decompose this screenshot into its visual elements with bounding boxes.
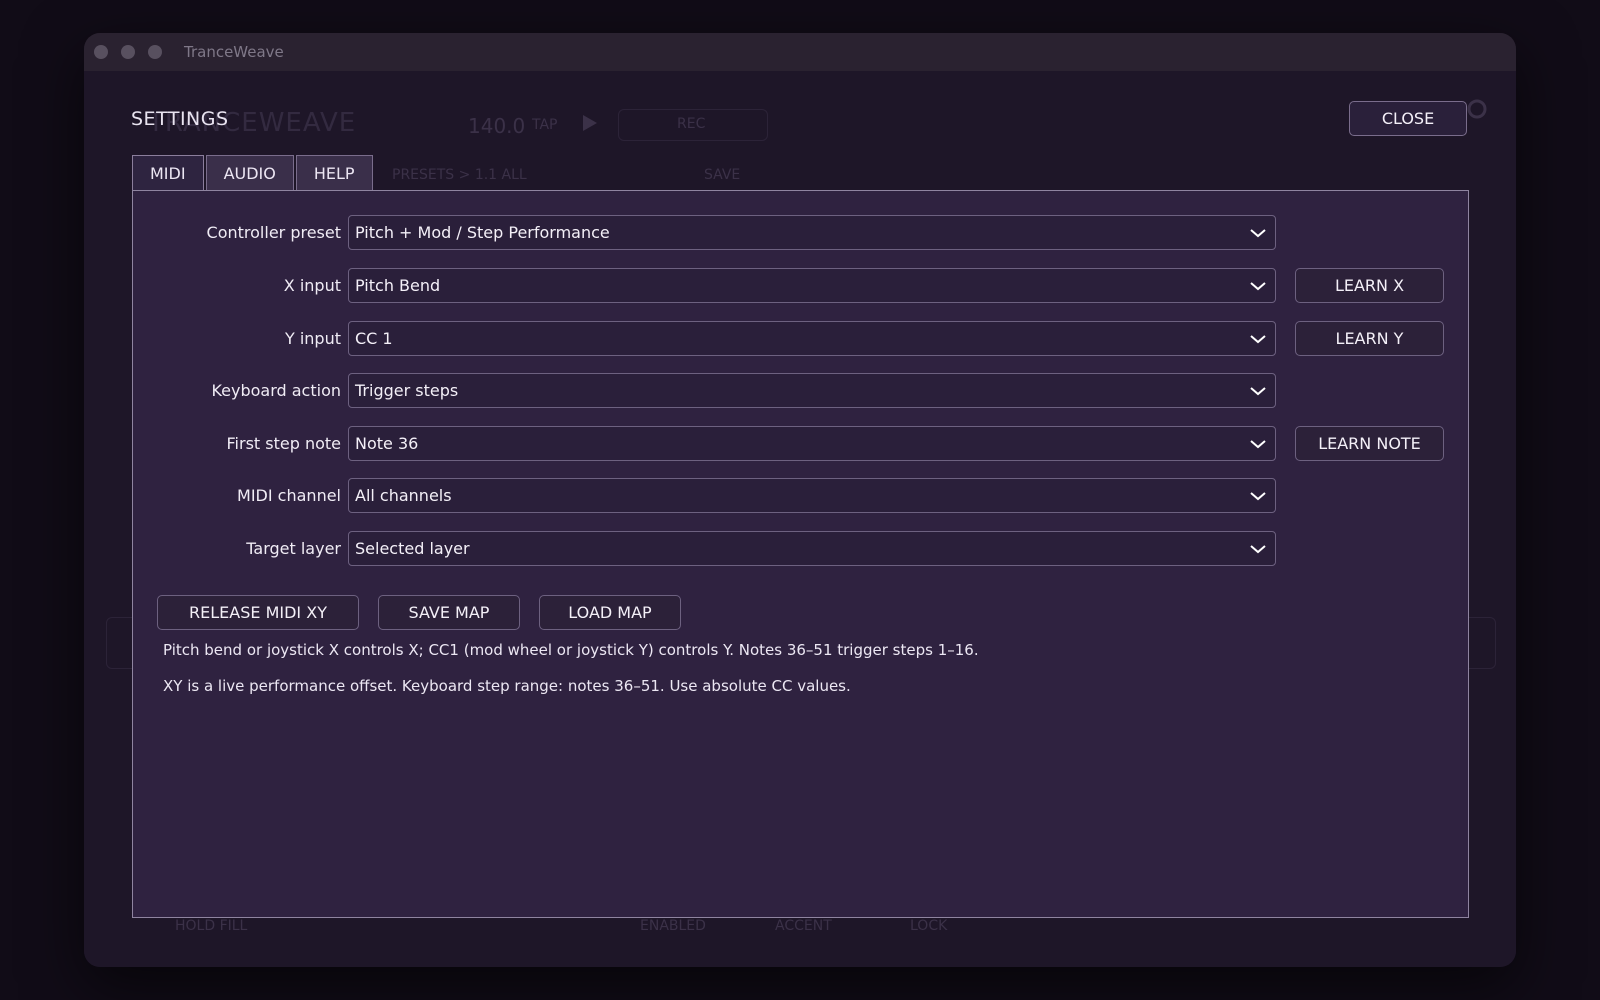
y-input-value: CC 1 [355, 329, 393, 348]
first-step-note-select[interactable]: Note 36 [348, 426, 1276, 461]
first-step-note-label: First step note [226, 434, 342, 453]
y-input-label: Y input [284, 329, 341, 348]
window-title: TranceWeave [184, 43, 284, 61]
x-input-label: X input [283, 276, 341, 295]
keyboard-action-select[interactable]: Trigger steps [348, 373, 1276, 408]
chevron-down-icon [1241, 373, 1275, 408]
chevron-down-icon [1241, 268, 1275, 303]
tab-help[interactable]: HELP [295, 155, 373, 190]
background-save: SAVE [704, 167, 741, 183]
settings-title: SETTINGS [131, 108, 229, 130]
load-map-button[interactable]: LOAD MAP [539, 595, 681, 630]
y-input-select[interactable]: CC 1 [348, 321, 1276, 356]
tab-midi[interactable]: MIDI [132, 155, 204, 190]
background-accent: ACCENT [775, 918, 832, 934]
midi-channel-label: MIDI channel [237, 486, 341, 505]
target-layer-value: Selected layer [355, 539, 470, 558]
chevron-down-icon [1241, 531, 1275, 566]
background-hold-fill: HOLD FILL [175, 918, 248, 934]
close-window-button[interactable] [94, 45, 108, 59]
tab-audio[interactable]: AUDIO [205, 155, 294, 190]
background-tap: TAP [532, 117, 558, 133]
x-input-value: Pitch Bend [355, 276, 441, 295]
save-map-button[interactable]: SAVE MAP [378, 595, 520, 630]
keyboard-action-value: Trigger steps [355, 381, 459, 400]
background-bpm: 140.0 [468, 114, 526, 138]
background-enabled: ENABLED [640, 918, 706, 934]
background-rec: REC [677, 116, 706, 132]
close-settings-button[interactable]: CLOSE [1349, 101, 1467, 136]
settings-tabs: MIDI AUDIO HELP [132, 155, 375, 190]
chevron-down-icon [1241, 215, 1275, 250]
target-layer-label: Target layer [246, 539, 341, 558]
background-lock: LOCK [910, 918, 948, 934]
minimize-window-button[interactable] [121, 45, 135, 59]
learn-y-button[interactable]: LEARN Y [1295, 321, 1444, 356]
help-text-line-2: XY is a live performance offset. Keyboar… [163, 677, 851, 695]
target-layer-select[interactable]: Selected layer [348, 531, 1276, 566]
controller-preset-value: Pitch + Mod / Step Performance [355, 223, 610, 242]
learn-x-button[interactable]: LEARN X [1295, 268, 1444, 303]
help-text-line-1: Pitch bend or joystick X controls X; CC1… [163, 641, 979, 659]
first-step-note-value: Note 36 [355, 434, 419, 453]
background-presets: PRESETS > 1.1 ALL [392, 167, 527, 183]
chevron-down-icon [1241, 321, 1275, 356]
x-input-select[interactable]: Pitch Bend [348, 268, 1276, 303]
chevron-down-icon [1241, 478, 1275, 513]
controller-preset-label: Controller preset [206, 223, 341, 242]
release-midi-xy-button[interactable]: RELEASE MIDI XY [157, 595, 359, 630]
midi-channel-value: All channels [355, 486, 452, 505]
learn-note-button[interactable]: LEARN NOTE [1295, 426, 1444, 461]
midi-channel-select[interactable]: All channels [348, 478, 1276, 513]
zoom-window-button[interactable] [148, 45, 162, 59]
background-gear-icon [1464, 96, 1490, 126]
title-bar: TranceWeave [84, 33, 1516, 71]
keyboard-action-label: Keyboard action [211, 381, 341, 400]
controller-preset-select[interactable]: Pitch + Mod / Step Performance [348, 215, 1276, 250]
background-play-icon [582, 114, 598, 136]
chevron-down-icon [1241, 426, 1275, 461]
